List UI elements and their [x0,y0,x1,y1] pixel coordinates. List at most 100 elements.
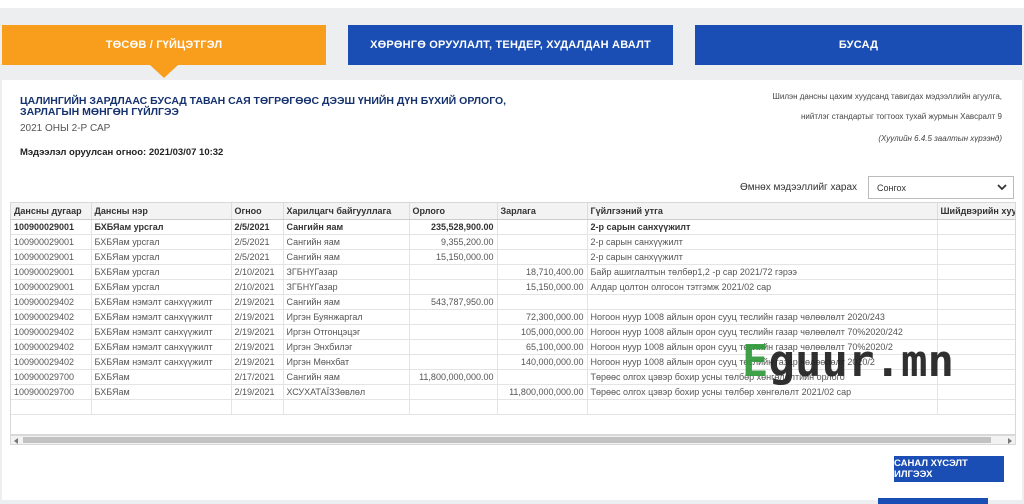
watermark-e: E [742,336,769,387]
table-cell: Сангийн яам [283,219,410,235]
table-cell: 2/19/2021 [231,354,284,370]
table-cell: 2/19/2021 [231,294,284,310]
table-row[interactable]: 100900029001 БХБЯам урсгал 2/5/2021 Сангийн… [11,234,1015,250]
history-select-value: Сонгох [877,182,906,193]
table-cell: Иргэн Отгонцэцэг [283,324,410,340]
table-cell: 100900029402 [11,294,92,310]
table-cell: 2/5/2021 [231,249,284,265]
table-cell: БХБЯам нэмэлт санхүүжилт [91,354,232,370]
table-cell: 18,710,400.00 [497,264,588,280]
col-account-number[interactable]: Дансны дугаар [11,203,92,220]
tab-budget-performance[interactable]: ТӨСӨВ / ГҮЙЦЭТГЭЛ [2,25,326,65]
table-cell: Байр ашиглалтын төлбөр1,2 -р сар 2021/72… [587,264,938,280]
table-cell: 2-р сарын санхүүжилт [587,234,938,250]
table-cell: 100900029402 [11,354,92,370]
table-cell: 100900029402 [11,324,92,340]
table-cell: Алдар цолтон олгосон тэтгэмж 2021/02 сар [587,279,938,295]
table-cell: ХСУХАТАЇЗЗөвлөл [283,384,410,400]
table-cell: 15,150,000.00 [409,249,498,265]
updated-timestamp: Мэдээлэл оруулсан огноо: 2021/03/07 10:3… [20,147,223,158]
updated-value: 2021/03/07 10:32 [148,147,224,158]
top-strip [0,0,1024,8]
table-cell: БХБЯам нэмэлт санхүүжилт [91,324,232,340]
table-cell: 2/19/2021 [231,309,284,325]
table-cell [497,249,588,265]
col-account-name[interactable]: Дансны нэр [91,203,232,220]
history-select[interactable]: Сонгох [868,176,1014,199]
send-feedback-button[interactable]: САНАЛ ХҮСЭЛТ ИЛГЭЭХ [894,456,1004,482]
col-counterparty[interactable]: Харилцагч байгууллага [283,203,410,220]
table-cell: 100900029402 [11,309,92,325]
scroll-right-icon[interactable] [1008,438,1012,444]
table-cell: 11,800,000,000.00 [497,384,588,400]
table-cell: 65,100,000.00 [497,339,588,355]
table-cell [409,309,498,325]
table-cell [937,249,1015,265]
table-cell: Сангийн яам [283,249,410,265]
scroll-left-icon[interactable] [14,438,18,444]
table-row[interactable]: 100900029001 БХБЯам урсгал 2/10/2021 ЗГБНҮГ… [11,264,1015,280]
table-cell [409,384,498,400]
table-row[interactable]: 100900029402 БХБЯам нэмэлт санхүүжилт 2/19… [11,309,1015,325]
col-decision-copy[interactable]: Шийдвэрийн хуулб [937,203,1015,220]
col-description[interactable]: Гүйлгээний утга [587,203,938,220]
table-cell: 100900029001 [11,279,92,295]
table-header-row: Дансны дугаар Дансны нэр Огноо Харилцагч… [11,203,1015,220]
report-title: ЦАЛИНГИЙН ЗАРДЛААС БУСАД ТАВАН САЯ ТӨГРӨ… [20,95,507,118]
table-cell: 100900029001 [11,219,92,235]
table-cell: Иргэн Мөнхбат [283,354,410,370]
table-cell: 72,300,000.00 [497,309,588,325]
table-cell [283,399,410,415]
table-row[interactable]: 100900029001 БХБЯам урсгал 2/5/2021 Сангийн… [11,249,1015,265]
table-cell [937,279,1015,295]
table-cell [497,294,588,310]
horizontal-scrollbar[interactable] [10,435,1016,445]
col-date[interactable]: Огноо [231,203,284,220]
table-cell: 2/17/2021 [231,369,284,385]
table-cell [497,219,588,235]
table-cell: 2/10/2021 [231,264,284,280]
table-cell: 100900029001 [11,264,92,280]
col-expense[interactable]: Зарлага [497,203,588,220]
table-cell [91,399,232,415]
table-cell [409,264,498,280]
table-cell: БХБЯам урсгал [91,264,232,280]
table-cell: ЗГБНҮГазар [283,279,410,295]
tab-other[interactable]: БУСАД [695,25,1022,65]
table-cell [409,399,498,415]
table-cell [409,339,498,355]
tab-investment-tender[interactable]: ХӨРӨНГӨ ОРУУЛАЛТ, ТЕНДЕР, ХУДАЛДАН АВАЛТ [348,25,673,65]
table-cell [937,294,1015,310]
scrollbar-thumb[interactable] [23,437,991,443]
table-cell: Сангийн яам [283,294,410,310]
col-income[interactable]: Орлого [409,203,498,220]
table-cell: 9,355,200.00 [409,234,498,250]
table-cell: 100900029402 [11,339,92,355]
active-tab-pointer [150,65,178,78]
table-cell: 2/19/2021 [231,324,284,340]
table-cell: БХБЯам урсгал [91,219,232,235]
table-cell [937,309,1015,325]
table-cell: 2-р сарын санхүүжилт [587,219,938,235]
table-row[interactable]: 100900029402 БХБЯам нэмэлт санхүүжилт 2/19… [11,294,1015,310]
table-cell: 100900029700 [11,369,92,385]
table-cell: 15,150,000.00 [497,279,588,295]
table-cell: Ногоон нуур 1008 айлын орон сууц теслийн… [587,309,938,325]
table-cell: БХБЯам урсгал [91,279,232,295]
table-cell [937,399,1015,415]
table-cell: 2/19/2021 [231,384,284,400]
table-cell: 235,528,900.00 [409,219,498,235]
table-cell [497,399,588,415]
table-row[interactable]: 100900029001 БХБЯам урсгал 2/5/2021 Сангийн… [11,219,1015,235]
table-cell [409,354,498,370]
table-cell: 2-р сарын санхүүжилт [587,249,938,265]
table-cell: БХБЯам урсгал [91,234,232,250]
table-row[interactable] [11,399,1015,415]
table-row[interactable]: 100900029001 БХБЯам урсгал 2/10/2021 ЗГБНҮГ… [11,279,1015,295]
transactions-table-container[interactable]: Дансны дугаар Дансны нэр Огноо Харилцагч… [10,202,1016,435]
table-cell [587,399,938,415]
table-cell [409,279,498,295]
table-cell: 2/10/2021 [231,279,284,295]
report-panel: ЦАЛИНГИЙН ЗАРДЛААС БУСАД ТАВАН САЯ ТӨГРӨ… [2,80,1022,500]
table-cell: 100900029700 [11,384,92,400]
